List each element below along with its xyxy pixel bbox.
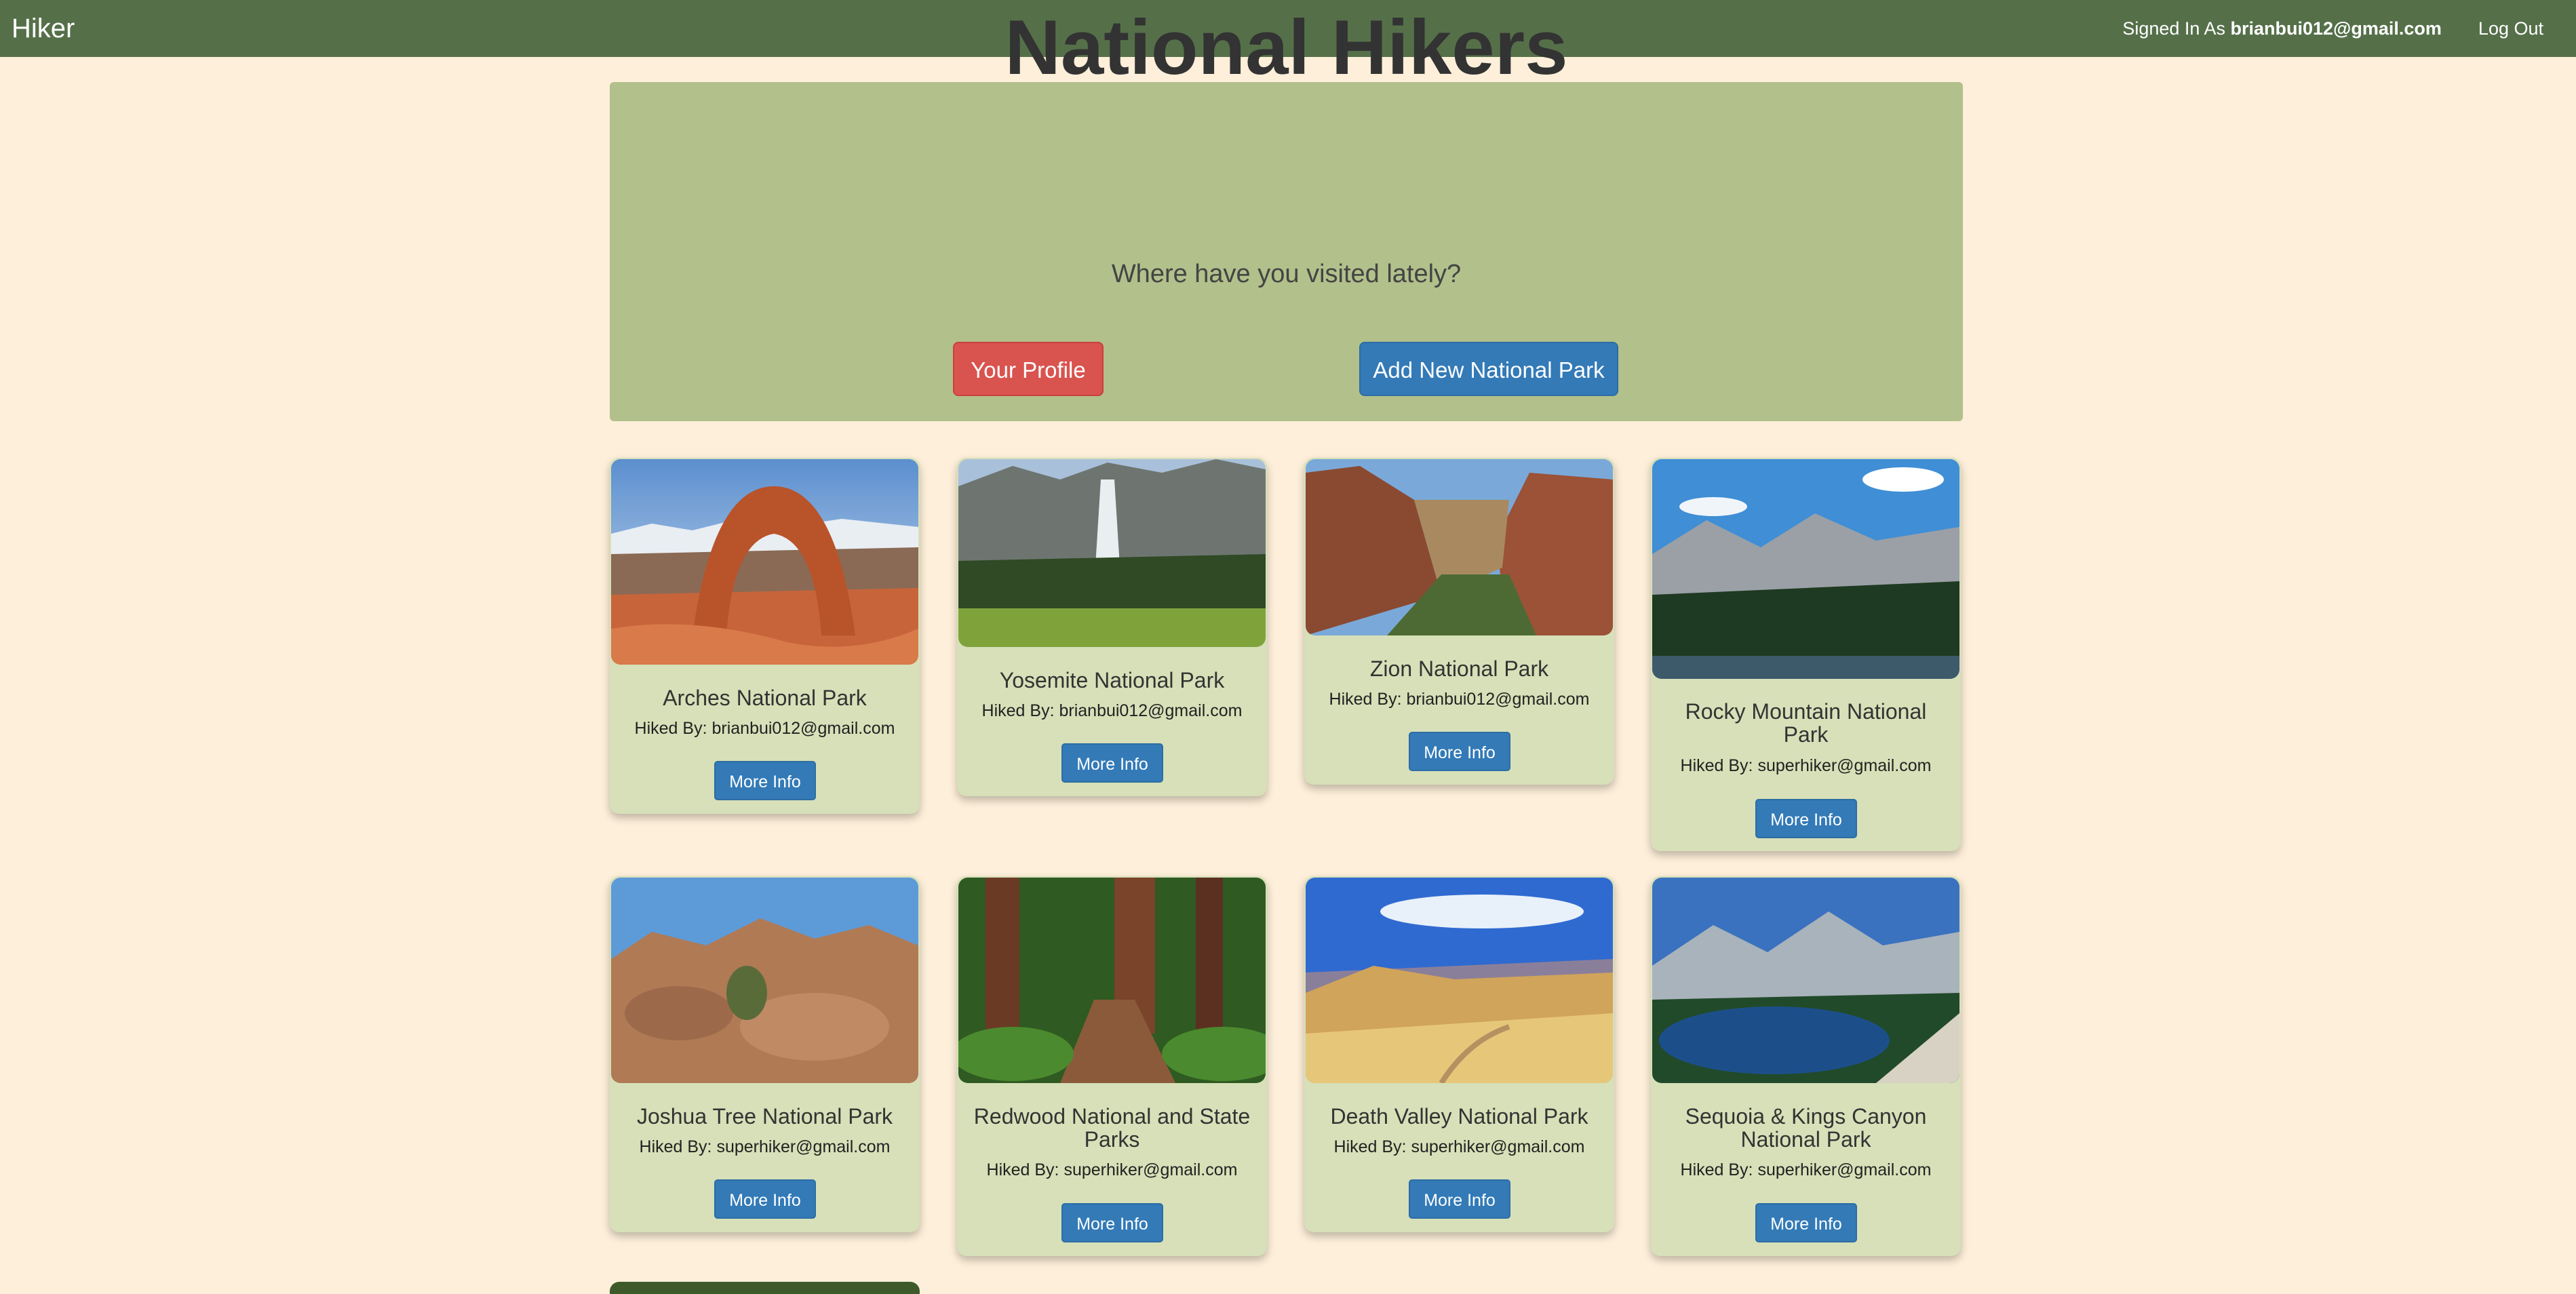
signed-in-prefix: Signed In As [2122,18,2225,39]
joshua-tree-photo [611,878,918,1083]
death-valley-photo [1306,878,1613,1083]
park-name: Death Valley National Park [1330,1104,1588,1129]
park-hiked-by: Hiked By: superhiker@gmail.com [986,1160,1238,1179]
more-info-button[interactable]: More Info [1061,743,1163,783]
next-park-card-photo-partial [610,1282,920,1294]
hero-jumbotron: National Hikers Where have you visited l… [610,7,1963,421]
park-card-zion: Zion National Park Hiked By: brianbui012… [1304,458,1614,785]
your-profile-button[interactable]: Your Profile [953,342,1104,396]
zion-photo [1306,459,1613,635]
page-subtitle: Where have you visited lately? [1111,260,1462,288]
yosemite-photo [958,459,1266,647]
park-name: Yosemite National Park [999,668,1225,692]
page-title: National Hikers [1004,5,1568,91]
park-hiked-by: Hiked By: brianbui012@gmail.com [634,719,895,738]
more-info-button[interactable]: More Info [714,761,816,800]
park-name: Joshua Tree National Park [636,1104,893,1129]
more-info-button[interactable]: More Info [1061,1203,1163,1242]
navbar-right: Signed In As brianbui012@gmail.com Log O… [2122,0,2543,57]
park-name: Sequoia & Kings Canyon National Park [1685,1104,1927,1152]
more-info-button[interactable]: More Info [1409,732,1510,771]
park-card-death-valley: Death Valley National Park Hiked By: sup… [1304,876,1614,1232]
park-hiked-by: Hiked By: superhiker@gmail.com [1680,1160,1932,1179]
park-hiked-by: Hiked By: superhiker@gmail.com [1333,1137,1585,1156]
park-card-rocky-mountain: Rocky Mountain National Park Hiked By: s… [1651,458,1961,851]
park-name: Rocky Mountain National Park [1685,699,1927,747]
signed-in-status: Signed In As brianbui012@gmail.com [2122,18,2442,39]
rocky-mountain-photo [1652,459,1959,679]
park-card-joshua-tree: Joshua Tree National Park Hiked By: supe… [610,876,920,1232]
more-info-button[interactable]: More Info [1409,1179,1510,1219]
park-hiked-by: Hiked By: superhiker@gmail.com [1680,756,1932,775]
park-card-arches: Arches National Park Hiked By: brianbui0… [610,458,920,814]
more-info-button[interactable]: More Info [1755,799,1857,838]
park-card-redwood: Redwood National and State Parks Hiked B… [957,876,1267,1256]
park-name: Redwood National and State Parks [973,1104,1251,1152]
arches-photo [611,459,918,665]
add-national-park-button[interactable]: Add New National Park [1359,342,1618,396]
park-hiked-by: Hiked By: brianbui012@gmail.com [981,701,1243,720]
park-hiked-by: Hiked By: superhiker@gmail.com [639,1137,891,1156]
park-card-yosemite: Yosemite National Park Hiked By: brianbu… [957,458,1267,796]
signed-in-user: brianbui012@gmail.com [2230,18,2442,39]
redwood-photo [958,878,1266,1083]
park-hiked-by: Hiked By: brianbui012@gmail.com [1329,690,1590,709]
logout-link[interactable]: Log Out [2478,18,2543,39]
more-info-button[interactable]: More Info [714,1179,816,1219]
park-name: Zion National Park [1369,656,1549,681]
brand-link[interactable]: Hiker [12,0,75,57]
sequoia-photo [1652,878,1959,1083]
park-name: Arches National Park [663,686,867,710]
park-card-sequoia-kings-canyon: Sequoia & Kings Canyon National Park Hik… [1651,876,1961,1256]
more-info-button[interactable]: More Info [1755,1203,1857,1242]
